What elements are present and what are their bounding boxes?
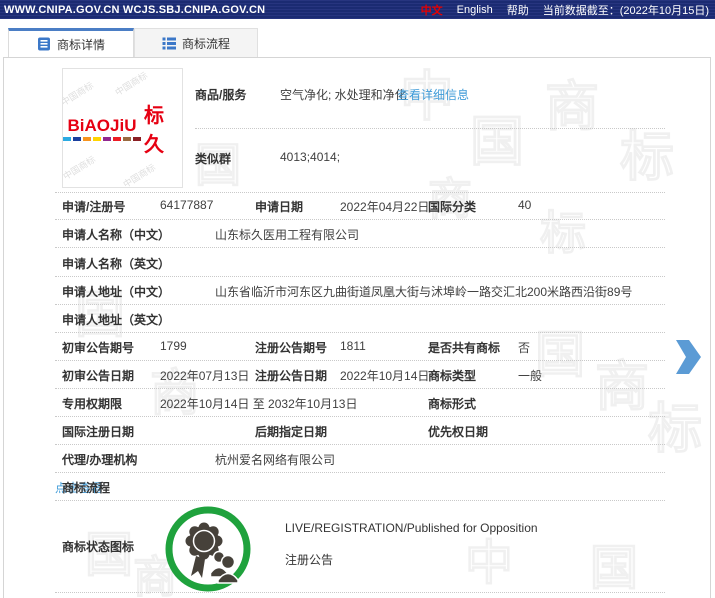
data-cutoff-date: 当前数据截至：(2022年10月15日) [543, 2, 709, 18]
field-row-applicant-name-cn: 申请人名称（中文） 山东标久医用工程有限公司 [55, 226, 665, 242]
field-label: 申请/注册号 [62, 198, 125, 215]
field-label: 注册公告日期 [255, 367, 327, 384]
divider [55, 416, 665, 417]
field-value: 否 [518, 339, 530, 356]
trademark-image: 中国商标 中国商标 中国商标 中国商标 BiAOJiU 标久 [62, 68, 183, 188]
lang-chinese-link[interactable]: 中文 [421, 2, 443, 18]
field-label: 申请人名称（英文） [62, 255, 170, 272]
field-label: 代理/办理机构 [62, 451, 137, 468]
chevron-right-icon [674, 338, 702, 376]
field-label: 后期指定日期 [255, 423, 327, 440]
field-label: 国际注册日期 [62, 423, 134, 440]
field-label: 商标形式 [428, 395, 476, 412]
field-label: 优先权日期 [428, 423, 488, 440]
divider [55, 247, 665, 248]
field-label: 申请日期 [255, 198, 303, 215]
field-row-applicant-name-en: 申请人名称（英文） [55, 255, 665, 271]
goods-services-label: 商品/服务 [195, 86, 246, 103]
divider [55, 500, 665, 501]
field-value: 2022年04月22日 [340, 198, 429, 215]
field-value: 一般 [518, 367, 542, 384]
field-row-process: 商标流程 点击查看 [55, 479, 665, 495]
divider [55, 472, 665, 473]
divider [55, 388, 665, 389]
list-icon [162, 36, 176, 50]
field-label: 初审公告期号 [62, 339, 134, 356]
top-header-bar: WWW.CNIPA.GOV.CN WCJS.SBJ.CNIPA.GOV.CN 中… [0, 0, 715, 19]
lang-english-link[interactable]: English [457, 4, 493, 16]
tab-trademark-detail[interactable]: 商标详情 [8, 28, 134, 57]
field-value: 2022年10月14日 至 2032年10月13日 [160, 395, 357, 412]
status-label: 商标状态图标 [62, 538, 134, 555]
view-details-link[interactable]: 查看详细信息 [397, 86, 469, 103]
logo-latin-text: BiAOJiU [68, 116, 137, 136]
tab-bar: 商标详情 商标流程 [0, 28, 715, 57]
divider [55, 592, 665, 593]
divider [55, 332, 665, 333]
field-value: 40 [518, 198, 531, 212]
field-value: 64177887 [160, 198, 213, 212]
divider [55, 219, 665, 220]
field-value: 山东省临沂市河东区九曲街道凤凰大街与沭埠岭一路交汇北200米路西沿街89号 [215, 283, 632, 300]
trademark-status-icon [164, 505, 252, 598]
document-icon [37, 37, 51, 51]
field-row-agency: 代理/办理机构 杭州爱名网络有限公司 [55, 451, 665, 467]
goods-services-value: 空气净化; 水处理和净化 [280, 86, 407, 103]
status-text-en: LIVE/REGISTRATION/Published for Oppositi… [285, 521, 538, 535]
tab-trademark-process[interactable]: 商标流程 [134, 28, 258, 57]
field-label: 初审公告日期 [62, 367, 134, 384]
divider [55, 304, 665, 305]
field-label: 是否共有商标 [428, 339, 500, 356]
field-row-registration: 申请/注册号 64177887 申请日期 2022年04月22日 国际分类 40 [55, 198, 665, 214]
field-row-applicant-address-en: 申请人地址（英文） [55, 311, 665, 327]
field-value: 1799 [160, 339, 187, 353]
field-row-publication-no: 初审公告期号 1799 注册公告期号 1811 是否共有商标 否 [55, 339, 665, 355]
divider [195, 128, 665, 129]
page: WWW.CNIPA.GOV.CN WCJS.SBJ.CNIPA.GOV.CN 中… [0, 0, 715, 598]
field-value: 2022年10月14日 [340, 367, 429, 384]
next-record-arrow[interactable] [674, 338, 702, 381]
field-label: 申请人名称（中文） [62, 226, 170, 243]
field-value: 1811 [340, 339, 366, 353]
field-label: 申请人地址（中文） [62, 283, 170, 300]
field-row-applicant-address-cn: 申请人地址（中文） 山东省临沂市河东区九曲街道凤凰大街与沭埠岭一路交汇北200米… [55, 283, 665, 299]
field-row-international-dates: 国际注册日期 后期指定日期 优先权日期 [55, 423, 665, 439]
field-value: 杭州爱名网络有限公司 [215, 451, 335, 468]
tab-detail-label: 商标详情 [57, 36, 105, 53]
field-label: 商标类型 [428, 367, 476, 384]
similar-group-label: 类似群 [195, 150, 231, 167]
field-label: 国际分类 [428, 198, 476, 215]
logo-color-bars [63, 137, 141, 141]
field-row-exclusive-period: 专用权期限 2022年10月14日 至 2032年10月13日 商标形式 [55, 395, 665, 411]
logo-chinese-text: 标久 [144, 99, 182, 157]
field-label: 注册公告期号 [255, 339, 327, 356]
tab-process-label: 商标流程 [182, 35, 230, 52]
divider [55, 276, 665, 277]
status-text-cn: 注册公告 [285, 551, 333, 568]
site-domains: WWW.CNIPA.GOV.CN WCJS.SBJ.CNIPA.GOV.CN [4, 4, 265, 16]
field-label: 专用权期限 [62, 395, 122, 412]
divider [55, 444, 665, 445]
help-link[interactable]: 帮助 [507, 2, 529, 18]
field-label: 商标流程 [62, 479, 110, 496]
field-value: 2022年07月13日 [160, 367, 249, 384]
divider [55, 360, 665, 361]
similar-group-value: 4013;4014; [280, 150, 340, 164]
field-row-publication-date: 初审公告日期 2022年07月13日 注册公告日期 2022年10月14日 商标… [55, 367, 665, 383]
divider [55, 192, 665, 193]
field-value: 山东标久医用工程有限公司 [215, 226, 359, 243]
field-label: 申请人地址（英文） [62, 311, 170, 328]
